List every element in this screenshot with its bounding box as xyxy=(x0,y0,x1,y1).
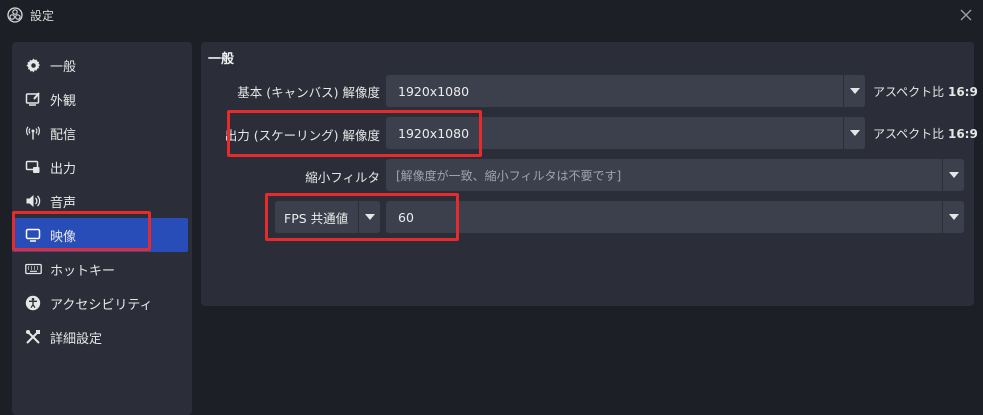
obs-logo-icon xyxy=(7,7,23,23)
chevron-down-icon[interactable] xyxy=(843,117,865,149)
aspect-label: アスペクト比 xyxy=(873,127,948,141)
chevron-down-icon[interactable] xyxy=(843,75,865,107)
sidebar-item-label: ホットキー xyxy=(50,263,116,279)
downscale-filter-label: 縮小フィルタ xyxy=(305,170,380,185)
sidebar-item-label: 外観 xyxy=(50,93,77,109)
aspect-value: 16:9 xyxy=(947,127,978,141)
sidebar-item-video[interactable]: 映像 xyxy=(12,218,188,252)
sidebar-item-label: 映像 xyxy=(50,229,77,245)
base-resolution-combo[interactable]: 1920x1080 xyxy=(386,75,865,107)
sidebar-item-general[interactable]: 一般 xyxy=(12,48,192,82)
sidebar-item-audio[interactable]: 音声 xyxy=(12,184,192,218)
group-title: 一般 xyxy=(208,52,235,67)
aspect-label: アスペクト比 xyxy=(873,85,948,99)
close-button[interactable] xyxy=(957,6,975,24)
sidebar-item-label: 詳細設定 xyxy=(50,331,103,347)
aspect-value: 16:9 xyxy=(947,85,978,99)
fps-type-combo[interactable]: FPS 共通値 xyxy=(275,201,380,233)
sidebar-item-advanced[interactable]: 詳細設定 xyxy=(12,320,192,354)
base-resolution-value: 1920x1080 xyxy=(398,83,470,99)
fps-type-value: FPS 共通値 xyxy=(284,210,349,226)
sidebar-item-stream[interactable]: 配信 xyxy=(12,116,192,150)
sidebar-item-label: 音声 xyxy=(50,195,77,211)
downscale-filter-combo[interactable]: [解像度が一致、縮小フィルタは不要です] xyxy=(386,159,964,191)
monitor-icon xyxy=(24,226,42,244)
sidebar-item-accessibility[interactable]: アクセシビリティ xyxy=(12,286,192,320)
base-resolution-label: 基本 (キャンバス) 解像度 xyxy=(237,85,380,100)
sidebar-item-label: 出力 xyxy=(50,161,77,177)
fps-value-combo[interactable]: 60 xyxy=(386,201,964,233)
base-aspect-ratio: アスペクト比 16:9 xyxy=(873,83,978,100)
output-resolution-label: 出力 (スケーリング) 解像度 xyxy=(224,128,380,143)
output-aspect-ratio: アスペクト比 16:9 xyxy=(873,125,978,142)
settings-sidebar: 一般 外観 配信 出力 音声 映像 ホットキー アクセシビリティ 詳細設定 xyxy=(12,42,192,415)
keyboard-icon xyxy=(24,260,42,278)
window-title: 設定 xyxy=(30,8,55,23)
speaker-icon xyxy=(24,192,42,210)
close-icon xyxy=(960,9,972,21)
broadcast-icon xyxy=(24,124,42,142)
downscale-filter-placeholder: [解像度が一致、縮小フィルタは不要です] xyxy=(396,168,622,183)
sidebar-item-appearance[interactable]: 外観 xyxy=(12,82,192,116)
sidebar-item-output[interactable]: 出力 xyxy=(12,150,192,184)
output-resolution-value: 1920x1080 xyxy=(398,125,470,141)
sidebar-item-label: アクセシビリティ xyxy=(50,297,153,313)
fps-value: 60 xyxy=(398,209,414,225)
appearance-icon xyxy=(24,90,42,108)
tools-icon xyxy=(24,328,42,346)
sidebar-item-hotkeys[interactable]: ホットキー xyxy=(12,252,192,286)
chevron-down-icon[interactable] xyxy=(942,159,964,191)
title-bar: 設定 xyxy=(0,0,983,30)
chevron-down-icon[interactable] xyxy=(358,201,380,233)
output-resolution-combo[interactable]: 1920x1080 xyxy=(386,117,865,149)
sidebar-item-label: 配信 xyxy=(50,127,77,143)
sidebar-item-label: 一般 xyxy=(50,59,77,75)
chevron-down-icon[interactable] xyxy=(942,201,964,233)
accessibility-icon xyxy=(24,294,42,312)
gear-icon xyxy=(24,56,42,74)
output-icon xyxy=(24,158,42,176)
